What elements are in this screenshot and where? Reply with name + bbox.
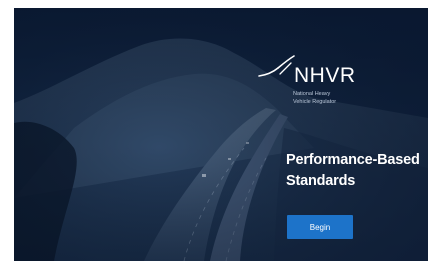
begin-button[interactable]: Begin [287, 215, 353, 239]
page-title: Performance-Based Standards [286, 150, 420, 192]
page-title-line-2: Standards [286, 173, 356, 189]
background-highway-image [14, 8, 428, 261]
logo-wordmark: NHVR [294, 64, 356, 87]
nhvr-logo: NHVR National Heavy Vehicle Regulator [258, 54, 378, 124]
splash-screen: NHVR National Heavy Vehicle Regulator Pe… [14, 8, 428, 261]
nhvr-swoosh-icon [258, 55, 295, 77]
logo-subtitle-line-1: National Heavy [293, 91, 331, 97]
logo-subtitle: National Heavy Vehicle Regulator [293, 90, 363, 106]
page-title-line-1: Performance-Based [286, 152, 420, 168]
logo-subtitle-line-2: Vehicle Regulator [293, 99, 337, 105]
